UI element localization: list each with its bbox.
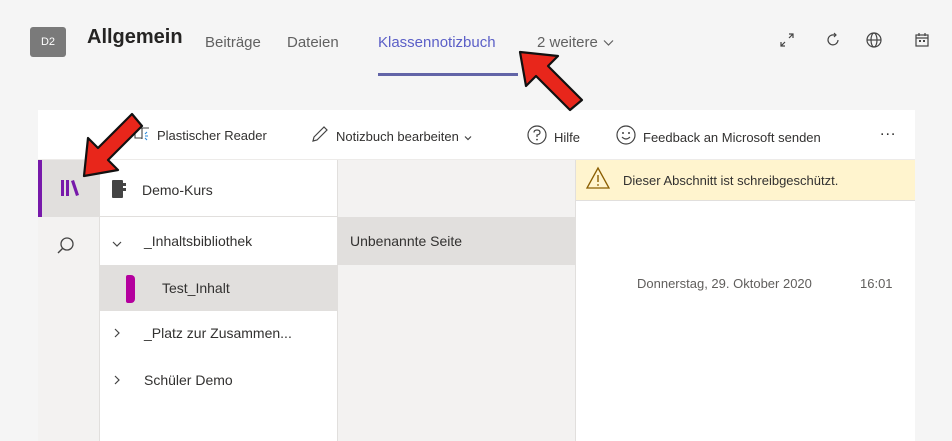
annotation-arrow-rail xyxy=(82,112,144,178)
read-only-message: Dieser Abschnitt ist schreibgeschützt. xyxy=(623,172,839,188)
immersive-reader-label: Plastischer Reader xyxy=(157,128,267,143)
tab-beitraege[interactable]: Beiträge xyxy=(205,34,261,51)
annotation-arrow-tab xyxy=(518,50,584,112)
tab-dateien[interactable]: Dateien xyxy=(287,34,339,51)
section-group-schueler-demo[interactable]: Schüler Demo xyxy=(144,372,233,388)
chevron-down-icon xyxy=(603,34,614,51)
chevron-right-icon[interactable] xyxy=(112,326,122,344)
help-button[interactable]: Hilfe xyxy=(526,124,580,151)
edit-notebook-button[interactable]: Notizbuch bearbeiten xyxy=(310,124,472,149)
section-test-inhalt: Test_Inhalt xyxy=(162,280,230,296)
read-only-banner: Dieser Abschnitt ist schreibgeschützt. xyxy=(576,160,915,200)
immersive-reader-button[interactable]: Plastischer Reader xyxy=(133,124,267,147)
feedback-label: Feedback an Microsoft senden xyxy=(643,130,821,145)
notebooks-icon xyxy=(60,178,82,203)
globe-icon[interactable] xyxy=(864,28,884,52)
notebook-name: Demo-Kurs xyxy=(142,182,213,198)
chevron-down-icon xyxy=(464,129,472,144)
expand-icon[interactable] xyxy=(777,28,797,52)
help-icon xyxy=(526,124,548,151)
refresh-icon[interactable] xyxy=(823,28,843,52)
page-date: Donnerstag, 29. Oktober 2020 xyxy=(637,276,812,291)
help-label: Hilfe xyxy=(554,130,581,145)
section-group-platz[interactable]: _Platz zur Zusammen... xyxy=(144,325,292,341)
page-time: 16:01 xyxy=(860,276,893,291)
edit-notebook-label: Notizbuch bearbeiten xyxy=(336,129,459,144)
section-group-inhaltsbibliothek[interactable]: _Inhaltsbibliothek xyxy=(144,233,252,249)
chevron-right-icon[interactable] xyxy=(112,373,122,391)
warning-icon xyxy=(585,166,611,195)
notebook-icon xyxy=(111,179,127,204)
pencil-icon xyxy=(310,124,330,149)
search-icon[interactable] xyxy=(56,236,76,261)
channel-title: Allgemein xyxy=(87,26,183,48)
page-title: Unbenannte Seite xyxy=(350,233,463,249)
active-tab-indicator xyxy=(378,73,518,76)
chevron-down-icon[interactable] xyxy=(111,236,123,254)
title-underline xyxy=(576,200,915,201)
section-color-tab xyxy=(126,275,135,303)
smiley-icon xyxy=(615,124,637,151)
more-options-button[interactable]: ... xyxy=(880,122,896,140)
tab-klassennotizbuch[interactable]: Klassennotizbuch xyxy=(378,34,496,51)
page-list xyxy=(338,160,576,441)
calendar-icon[interactable] xyxy=(912,28,932,52)
team-avatar[interactable]: D2 xyxy=(30,27,66,57)
feedback-button[interactable]: Feedback an Microsoft senden xyxy=(615,124,821,151)
